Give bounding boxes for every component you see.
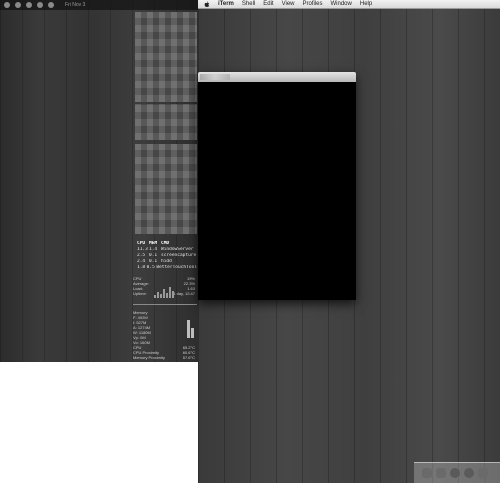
- menu-item-profiles[interactable]: Profiles: [303, 1, 323, 7]
- window-controls[interactable]: [200, 74, 230, 80]
- iterm-window[interactable]: [198, 72, 356, 300]
- clock-text[interactable]: Fri Nov 3: [65, 2, 85, 8]
- menu-item-edit[interactable]: Edit: [263, 1, 273, 7]
- secondary-display: Fri Nov 3 CPU MEM CMD 11.3 1.4 WindowSer…: [0, 0, 198, 362]
- app-icon[interactable]: [436, 468, 446, 478]
- temp-label: Memory Proximity: [133, 355, 166, 360]
- menu-app-name[interactable]: iTerm: [218, 1, 234, 7]
- menu-item-window[interactable]: Window: [331, 1, 352, 7]
- gear-icon[interactable]: [464, 468, 474, 478]
- pixelated-widget: [135, 12, 197, 102]
- window-titlebar[interactable]: [198, 72, 356, 82]
- menu-item-shell[interactable]: Shell: [242, 1, 255, 7]
- trash-icon[interactable]: [478, 468, 488, 478]
- cpu-graph: [154, 286, 174, 298]
- status-icon[interactable]: [4, 2, 10, 8]
- clock-icon[interactable]: [450, 468, 460, 478]
- finder-icon[interactable]: [422, 468, 432, 478]
- cpu-stat-value: 1 day, 12:47: [173, 291, 195, 296]
- status-icon[interactable]: [26, 2, 32, 8]
- battery-icon[interactable]: [48, 2, 54, 8]
- memory-bars: [187, 318, 195, 338]
- status-icon[interactable]: [15, 2, 21, 8]
- cell-cpu: 1.8: [137, 265, 146, 270]
- table-row: 1.8 0.5 BetterTouchTool: [137, 265, 197, 271]
- pixelated-widget: [135, 144, 197, 234]
- menu-bar: iTerm Shell Edit View Profiles Window He…: [198, 0, 500, 9]
- dock: [414, 462, 500, 483]
- temp-value: 57.6°C: [182, 355, 195, 360]
- process-table: CPU MEM CMD 11.3 1.4 WindowServer 2.5 0.…: [137, 241, 197, 271]
- apple-icon[interactable]: [204, 1, 210, 8]
- cpu-stat-label: Uptime:: [133, 291, 147, 296]
- pixelated-widget: [135, 104, 197, 140]
- cell-mem: 0.5: [146, 265, 155, 270]
- terminal-area[interactable]: [198, 82, 356, 300]
- wifi-icon[interactable]: [37, 2, 43, 8]
- cell-cmd: BetterTouchTool: [156, 265, 197, 270]
- menu-item-help[interactable]: Help: [360, 1, 372, 7]
- divider: [133, 304, 197, 305]
- temp-row: Memory Proximity 57.6°C: [133, 355, 197, 360]
- menu-item-view[interactable]: View: [282, 1, 295, 7]
- secondary-status-bar: Fri Nov 3: [0, 0, 198, 10]
